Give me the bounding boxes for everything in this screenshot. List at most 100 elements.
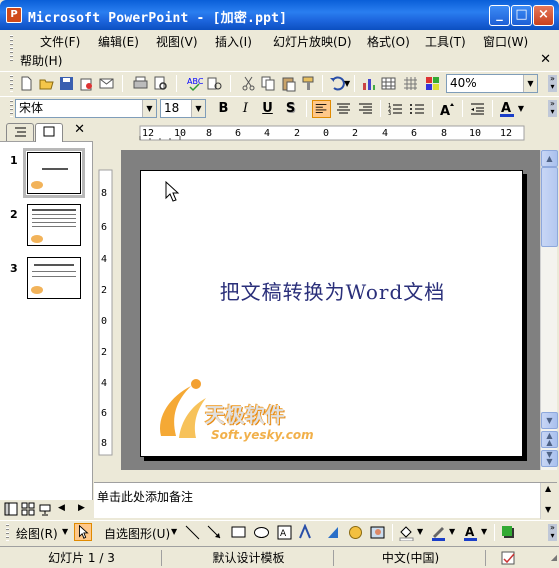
font-color-icon[interactable]: A xyxy=(498,100,517,118)
underline-button[interactable]: U xyxy=(258,100,277,118)
next-slide-icon[interactable]: ▼ ▼ xyxy=(541,450,558,467)
line-color-icon[interactable] xyxy=(430,524,447,541)
show-grid-icon[interactable] xyxy=(402,75,419,92)
insert-diagram-icon[interactable] xyxy=(325,524,342,541)
align-left-icon[interactable] xyxy=(312,100,331,118)
previous-slide-icon[interactable]: ▲ ▲ xyxy=(541,431,558,448)
format-toolbar-options-icon[interactable]: » ▾ xyxy=(548,100,557,117)
menu-insert[interactable]: 插入(I) xyxy=(215,33,252,50)
draw-toolbar-grip[interactable] xyxy=(6,524,9,541)
menu-tools[interactable]: 工具(T) xyxy=(425,33,466,50)
open-icon[interactable] xyxy=(38,75,55,92)
slide-thumbnail-3[interactable] xyxy=(27,257,81,299)
insert-table-icon[interactable] xyxy=(380,75,397,92)
slide-canvas[interactable]: 把文稿转换为Word文档 天极软件 Soft.yesky.com xyxy=(121,150,540,470)
pane-close-icon[interactable]: ✕ xyxy=(74,122,85,137)
menu-window[interactable]: 窗口(W) xyxy=(483,33,528,50)
draw-font-color-icon[interactable]: A xyxy=(462,524,479,541)
normal-view-icon[interactable] xyxy=(4,502,18,516)
bullets-icon[interactable] xyxy=(408,100,427,118)
bold-button[interactable]: B xyxy=(214,100,233,118)
vertical-scrollbar[interactable]: ▲ ▼ ▲ ▲ ▼ ▼ xyxy=(540,150,558,470)
decrease-indent-icon[interactable] xyxy=(468,100,487,118)
undo-dropdown-icon[interactable]: ▼ xyxy=(344,75,361,92)
slideshow-icon[interactable] xyxy=(38,502,52,516)
font-dropdown-icon[interactable]: ▼ xyxy=(142,100,156,117)
powerpoint-icon[interactable]: P xyxy=(6,7,22,23)
zoom-combo[interactable]: 40% ▼ xyxy=(446,74,538,93)
scroll-left-icon[interactable]: ◀ xyxy=(58,503,65,513)
color-grayscale-icon[interactable] xyxy=(424,75,441,92)
print-icon[interactable] xyxy=(132,75,149,92)
slide-title[interactable]: 把文稿转换为Word文档 xyxy=(141,276,524,305)
tab-slides[interactable] xyxy=(35,123,63,142)
italic-button[interactable]: I xyxy=(236,100,255,118)
arrow-icon[interactable] xyxy=(206,524,223,541)
save-icon[interactable] xyxy=(58,75,75,92)
minimize-button[interactable]: _ xyxy=(489,5,510,26)
format-toolbar-grip[interactable] xyxy=(10,100,13,117)
draw-toolbar-options-icon[interactable]: » ▾ xyxy=(548,524,557,541)
autoshapes-button[interactable]: 自选图形(U) xyxy=(104,525,170,542)
shadow-button[interactable]: S xyxy=(281,100,300,118)
text-box-icon[interactable]: A xyxy=(276,524,293,541)
select-objects-icon[interactable] xyxy=(74,523,92,541)
oval-icon[interactable] xyxy=(253,524,270,541)
notes-placeholder[interactable]: 单击此处添加备注 xyxy=(97,488,193,505)
scroll-down-icon[interactable]: ▼ xyxy=(541,412,558,429)
notes-pane[interactable]: 单击此处添加备注 ▲ ▼ xyxy=(94,482,557,519)
menu-help[interactable]: 帮助(H) xyxy=(20,52,62,69)
align-center-icon[interactable] xyxy=(334,100,353,118)
font-size-dropdown-icon[interactable]: ▼ xyxy=(191,100,205,117)
email-icon[interactable] xyxy=(98,75,115,92)
copy-icon[interactable] xyxy=(260,75,277,92)
menu-view[interactable]: 视图(V) xyxy=(156,33,198,50)
notes-scroll-up-icon[interactable]: ▲ xyxy=(545,484,551,493)
current-slide[interactable]: 把文稿转换为Word文档 天极软件 Soft.yesky.com xyxy=(140,170,523,457)
font-size-combo[interactable]: 18 ▼ xyxy=(160,99,206,118)
tab-outline[interactable] xyxy=(6,123,34,141)
vertical-ruler[interactable]: 8 6 4 2 0 2 4 6 8 xyxy=(96,150,116,470)
insert-wordart-icon[interactable] xyxy=(298,524,315,541)
spelling-icon[interactable]: ABC xyxy=(186,75,203,92)
font-color-dropdown-icon[interactable]: ▼ xyxy=(516,100,526,118)
format-painter-icon[interactable] xyxy=(300,75,317,92)
scroll-right-icon[interactable]: ▶ xyxy=(78,503,85,513)
scroll-up-icon[interactable]: ▲ xyxy=(541,150,558,167)
draw-font-color-dropdown-icon[interactable]: ▼ xyxy=(481,527,487,536)
notes-scrollbar[interactable]: ▲ ▼ xyxy=(540,483,557,519)
resize-grip-icon[interactable]: ◢ xyxy=(551,553,557,562)
insert-picture-icon[interactable] xyxy=(369,524,386,541)
font-combo[interactable]: 宋体 ▼ xyxy=(15,99,157,118)
increase-font-size-icon[interactable]: A xyxy=(438,100,457,118)
toolbar-grip[interactable] xyxy=(10,75,13,92)
print-preview-icon[interactable] xyxy=(152,75,169,92)
toolbar-options-icon[interactable]: » ▾ xyxy=(548,75,557,92)
zoom-dropdown-icon[interactable]: ▼ xyxy=(523,75,537,92)
paste-icon[interactable] xyxy=(280,75,297,92)
close-button[interactable]: × xyxy=(533,5,554,26)
slide-sorter-icon[interactable] xyxy=(21,502,35,516)
menu-slideshow[interactable]: 幻灯片放映(D) xyxy=(273,33,352,50)
rectangle-icon[interactable] xyxy=(230,524,247,541)
spelling-status-icon[interactable] xyxy=(500,550,518,566)
maximize-button[interactable]: □ xyxy=(511,5,532,26)
draw-menu-button[interactable]: 绘图(R) xyxy=(16,525,58,542)
autoshapes-dropdown-icon[interactable]: ▼ xyxy=(171,527,177,536)
draw-dropdown-icon[interactable]: ▼ xyxy=(62,527,68,536)
undo-icon[interactable] xyxy=(328,75,345,92)
shadow-style-icon[interactable] xyxy=(500,524,517,541)
menu-format[interactable]: 格式(O) xyxy=(367,33,410,50)
fill-color-dropdown-icon[interactable]: ▼ xyxy=(417,527,423,536)
slide-thumbnail-2[interactable] xyxy=(27,204,81,246)
research-icon[interactable] xyxy=(206,75,223,92)
scroll-thumb[interactable] xyxy=(541,167,558,247)
insert-chart-icon[interactable] xyxy=(360,75,377,92)
menu-grip[interactable] xyxy=(10,35,13,63)
close-document-icon[interactable]: ✕ xyxy=(540,52,551,67)
horizontal-ruler[interactable]: 12 10 8 6 4 2 0 2 4 6 8 10 12 xyxy=(96,124,540,144)
permission-icon[interactable] xyxy=(78,75,95,92)
slide-thumbnail-1[interactable] xyxy=(23,148,85,198)
menu-file[interactable]: 文件(F) xyxy=(40,33,80,50)
notes-scroll-down-icon[interactable]: ▼ xyxy=(545,505,551,514)
